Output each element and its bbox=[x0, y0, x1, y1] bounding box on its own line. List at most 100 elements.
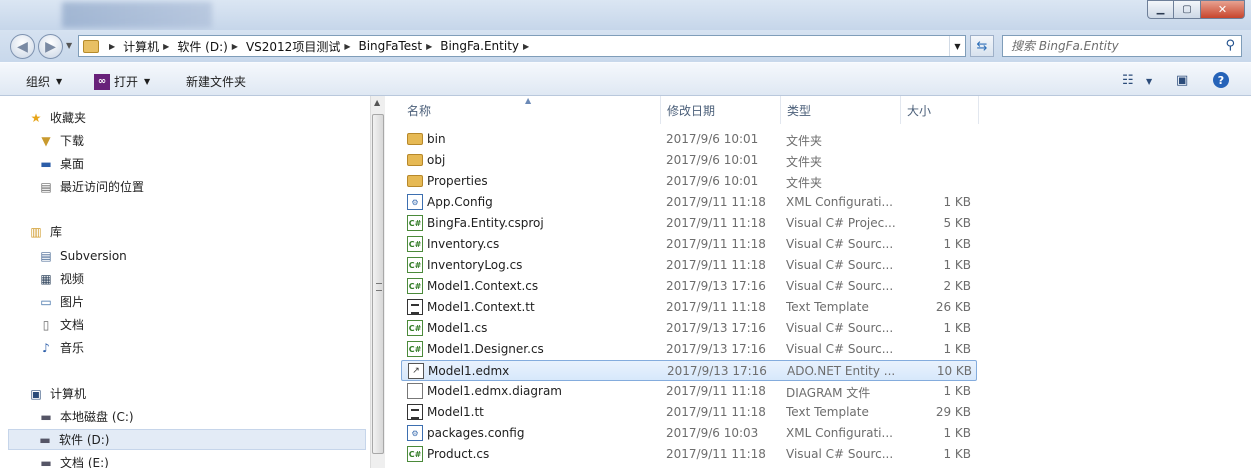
chevron-right-icon[interactable]: ▶ bbox=[232, 42, 238, 51]
file-date: 2017/9/13 17:16 bbox=[666, 342, 766, 356]
file-date: 2017/9/6 10:03 bbox=[666, 426, 759, 440]
refresh-button[interactable]: ⇆ bbox=[970, 35, 994, 57]
search-icon[interactable]: ⚲ bbox=[1225, 38, 1235, 53]
file-row[interactable]: ⚙ App.Config 2017/9/11 11:18 XML Configurat… bbox=[401, 192, 977, 213]
sidebar-item-subversion[interactable]: ▤ Subversion bbox=[38, 245, 126, 266]
file-row[interactable]: C# Model1.Context.cs 2017/9/13 17:16 Visual… bbox=[401, 276, 977, 297]
navigation-bar: ◀ ▶ ▼ ▶ 计算机 ▶ 软件 (D:) ▶ VS2012项目测试 ▶ Bin… bbox=[0, 30, 1251, 62]
file-type: XML Configurati... bbox=[786, 195, 893, 209]
scrollbar-thumb[interactable] bbox=[372, 114, 384, 454]
sidebar-computer[interactable]: ▣ 计算机 bbox=[28, 383, 86, 404]
file-row[interactable]: C# Product.cs 2017/9/11 11:18 Visual C# Sou… bbox=[401, 444, 977, 465]
text-template-icon bbox=[407, 299, 423, 315]
chevron-right-icon[interactable]: ▶ bbox=[163, 42, 169, 51]
breadcrumb-drive-d[interactable]: 软件 (D:) bbox=[177, 38, 227, 55]
cs-file-icon: C# bbox=[407, 446, 423, 462]
file-size: 1 KB bbox=[943, 342, 971, 356]
grip-icon bbox=[376, 283, 382, 291]
sidebar-item-desktop[interactable]: ▬ 桌面 bbox=[38, 153, 84, 174]
file-name: Properties bbox=[427, 174, 488, 188]
maximize-button[interactable]: ▢ bbox=[1174, 0, 1201, 19]
document-icon: ▯ bbox=[42, 317, 50, 332]
sidebar-item-pictures[interactable]: ▭ 图片 bbox=[38, 291, 84, 312]
file-row[interactable]: bin 2017/9/6 10:01 文件夹 bbox=[401, 129, 977, 150]
breadcrumb-vs2012[interactable]: VS2012项目测试 bbox=[246, 38, 340, 55]
recent-places-icon: ▤ bbox=[40, 179, 52, 194]
file-size: 1 KB bbox=[943, 258, 971, 272]
chevron-right-icon[interactable]: ▶ bbox=[523, 42, 529, 51]
column-header-type[interactable]: 类型 bbox=[781, 96, 901, 124]
file-type: XML Configurati... bbox=[786, 426, 893, 440]
file-name: Model1.Context.tt bbox=[427, 300, 535, 314]
sidebar-item-videos[interactable]: ▦ 视频 bbox=[38, 268, 84, 289]
file-name: bin bbox=[427, 132, 446, 146]
chevron-down-icon[interactable]: ▼ bbox=[1146, 77, 1152, 86]
file-row[interactable]: Model1.tt 2017/9/11 11:18 Text Template 29 … bbox=[401, 402, 977, 423]
back-button[interactable]: ◀ bbox=[10, 34, 35, 59]
minimize-button[interactable]: ▁ bbox=[1147, 0, 1174, 19]
computer-icon: ▣ bbox=[30, 386, 42, 401]
file-row[interactable]: C# BingFa.Entity.csproj 2017/9/11 11:18 Vis… bbox=[401, 213, 977, 234]
address-history-dropdown[interactable]: ▼ bbox=[949, 36, 965, 56]
system-drive-icon: ▬ bbox=[40, 409, 52, 424]
scroll-up-icon[interactable]: ▲ bbox=[374, 98, 380, 107]
sidebar-item-drive-c[interactable]: ▬ 本地磁盘 (C:) bbox=[38, 406, 133, 427]
column-header-name[interactable]: 名称 bbox=[401, 96, 661, 124]
sidebar-item-drive-e[interactable]: ▬ 文档 (E:) bbox=[38, 452, 108, 468]
new-folder-label: 新建文件夹 bbox=[186, 75, 247, 89]
file-row[interactable]: Model1.edmx.diagram 2017/9/11 11:18 DIAGRA… bbox=[401, 381, 977, 402]
sidebar-item-drive-d[interactable]: ▬ 软件 (D:) bbox=[8, 429, 366, 450]
file-row[interactable]: C# Model1.cs 2017/9/13 17:16 Visual C# Sour… bbox=[401, 318, 977, 339]
new-folder-button[interactable]: 新建文件夹 bbox=[186, 73, 246, 90]
command-bar: 组织 ▼ ∞ 打开 ▼ 新建文件夹 ☷ ▼ ▣ ? bbox=[0, 62, 1251, 96]
breadcrumb-bingfatest[interactable]: BingFaTest bbox=[358, 39, 422, 53]
sidebar-item-music[interactable]: ♪ 音乐 bbox=[38, 337, 84, 358]
file-row[interactable]: ↗ Model1.edmx 2017/9/13 17:16 ADO.NET Entit… bbox=[401, 360, 977, 381]
video-icon: ▦ bbox=[40, 271, 52, 286]
navigation-pane-scrollbar[interactable]: ▲ bbox=[370, 96, 385, 468]
search-box[interactable]: ⚲ bbox=[1002, 35, 1242, 57]
file-row[interactable]: Model1.Context.tt 2017/9/11 11:18 Text Tem… bbox=[401, 297, 977, 318]
breadcrumb-computer[interactable]: 计算机 bbox=[123, 38, 159, 55]
column-header-size[interactable]: 大小 bbox=[901, 96, 979, 124]
file-row[interactable]: Properties 2017/9/6 10:01 文件夹 bbox=[401, 171, 977, 192]
file-name: Model1.edmx bbox=[428, 364, 510, 378]
column-header-date[interactable]: 修改日期 bbox=[661, 96, 781, 124]
cs-file-icon: C# bbox=[407, 278, 423, 294]
file-row[interactable]: C# InventoryLog.cs 2017/9/11 11:18 Visual C… bbox=[401, 255, 977, 276]
file-date: 2017/9/11 11:18 bbox=[666, 216, 766, 230]
chevron-down-icon[interactable]: ▼ bbox=[144, 77, 150, 86]
open-button[interactable]: ∞ 打开 ▼ bbox=[94, 73, 150, 90]
recent-pages-dropdown[interactable]: ▼ bbox=[66, 41, 72, 50]
search-input[interactable] bbox=[1011, 39, 1211, 53]
chevron-right-icon[interactable]: ▶ bbox=[426, 42, 432, 51]
file-name: App.Config bbox=[427, 195, 493, 209]
chevron-right-icon[interactable]: ▶ bbox=[344, 42, 350, 51]
organize-button[interactable]: 组织 ▼ bbox=[26, 73, 62, 90]
forward-button[interactable]: ▶ bbox=[38, 34, 63, 59]
file-type: Visual C# Sourc... bbox=[786, 342, 894, 356]
file-type: Visual C# Sourc... bbox=[786, 279, 894, 293]
file-type: 文件夹 bbox=[786, 155, 823, 169]
file-row[interactable]: ⚙ packages.config 2017/9/6 10:03 XML Config… bbox=[401, 423, 977, 444]
chevron-right-icon[interactable]: ▶ bbox=[109, 42, 115, 51]
file-size: 1 KB bbox=[943, 321, 971, 335]
file-list-pane: ▲ 名称 修改日期 类型 大小 bin 2017/9/6 10:01 文件夹 obj 2… bbox=[385, 96, 1251, 468]
sidebar-favorites[interactable]: ★ 收藏夹 bbox=[28, 107, 86, 128]
file-row[interactable]: obj 2017/9/6 10:01 文件夹 bbox=[401, 150, 977, 171]
sidebar-item-downloads[interactable]: ▼ 下载 bbox=[38, 130, 84, 151]
breadcrumb-bingfa-entity[interactable]: BingFa.Entity bbox=[440, 39, 519, 53]
desktop-icon: ▬ bbox=[40, 156, 52, 171]
file-type: 文件夹 bbox=[786, 176, 823, 190]
close-button[interactable]: ✕ bbox=[1201, 0, 1245, 19]
address-bar[interactable]: ▶ 计算机 ▶ 软件 (D:) ▶ VS2012项目测试 ▶ BingFaTes… bbox=[78, 35, 966, 57]
sidebar-libraries[interactable]: ▥ 库 bbox=[28, 221, 62, 242]
help-icon[interactable]: ? bbox=[1213, 72, 1229, 88]
sidebar-item-recent-places[interactable]: ▤ 最近访问的位置 bbox=[38, 176, 144, 197]
xml-config-icon: ⚙ bbox=[407, 425, 423, 441]
preview-pane-icon[interactable]: ▣ bbox=[1176, 73, 1188, 88]
file-row[interactable]: C# Inventory.cs 2017/9/11 11:18 Visual C# S… bbox=[401, 234, 977, 255]
view-options-icon[interactable]: ☷ bbox=[1122, 73, 1134, 88]
file-row[interactable]: C# Model1.Designer.cs 2017/9/13 17:16 Visua… bbox=[401, 339, 977, 360]
sidebar-item-documents[interactable]: ▯ 文档 bbox=[38, 314, 84, 335]
